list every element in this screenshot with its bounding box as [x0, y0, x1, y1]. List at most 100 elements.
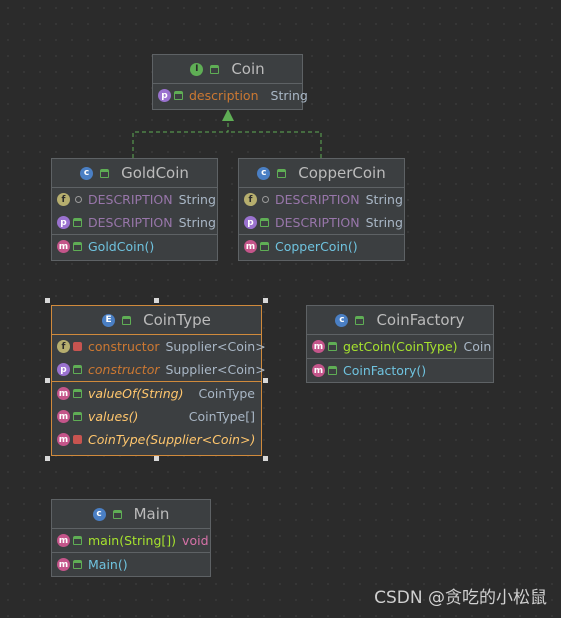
- method-name: CoinFactory(): [343, 363, 427, 378]
- coppercoin-field-1[interactable]: f DESCRIPTION String: [239, 188, 404, 211]
- selection-handle[interactable]: [45, 378, 50, 383]
- class-icon: c: [335, 313, 349, 327]
- cointype-field-2[interactable]: p constructor Supplier<Coin>: [52, 358, 266, 381]
- coppercoin-constructor[interactable]: m CopperCoin(): [239, 235, 404, 258]
- public-icon: [112, 509, 122, 519]
- coppercoin-field-2[interactable]: p DESCRIPTION String: [239, 211, 404, 234]
- interface-icon: I: [190, 62, 204, 76]
- field-type: Supplier<Coin>: [165, 362, 266, 377]
- coin-header: I Coin: [153, 55, 302, 84]
- goldcoin-constructor[interactable]: m GoldCoin(): [52, 235, 217, 258]
- main-method-main[interactable]: m main(String[]) void: [52, 529, 210, 552]
- method-name: values(): [88, 409, 139, 424]
- method-type: CoinType: [198, 386, 255, 401]
- field-name: DESCRIPTION: [275, 192, 360, 207]
- method-name: valueOf(String): [88, 386, 184, 401]
- private-icon: [73, 342, 82, 351]
- field-name: constructor: [88, 339, 160, 354]
- method-icon: m: [244, 240, 257, 253]
- cointype-method-values[interactable]: m values() CoinType[]: [52, 405, 261, 428]
- field-icon: f: [244, 193, 257, 206]
- package-private-icon: [75, 196, 82, 203]
- cointype-constructor[interactable]: m CoinType(Supplier<Coin>): [52, 428, 261, 451]
- field-icon: f: [57, 340, 70, 353]
- goldcoin-class-box[interactable]: c GoldCoin f DESCRIPTION String p DESCRI…: [51, 158, 218, 261]
- cointype-header: E CoinType: [52, 306, 261, 335]
- field-type: String: [365, 192, 403, 207]
- goldcoin-field-1[interactable]: f DESCRIPTION String: [52, 188, 217, 211]
- selection-handle[interactable]: [263, 456, 268, 461]
- method-icon: m: [57, 410, 70, 423]
- field-type: String: [178, 192, 216, 207]
- goldcoin-field-2[interactable]: p DESCRIPTION String: [52, 211, 217, 234]
- main-header: c Main: [52, 500, 210, 529]
- main-constructor[interactable]: m Main(): [52, 553, 210, 576]
- private-icon: [73, 435, 82, 444]
- coppercoin-to-coin-line: [228, 131, 322, 158]
- class-icon: c: [92, 507, 106, 521]
- cointype-field-1[interactable]: f constructor Supplier<Coin>: [52, 335, 266, 358]
- method-icon: m: [57, 558, 70, 571]
- public-icon: [73, 560, 82, 569]
- enum-icon: E: [102, 313, 116, 327]
- goldcoin-header: c GoldCoin: [52, 159, 217, 188]
- coppercoin-class-box[interactable]: c CopperCoin f DESCRIPTION String p DESC…: [238, 158, 405, 261]
- coinfactory-class-box[interactable]: c CoinFactory m getCoin(CoinType) Coin m…: [306, 305, 494, 383]
- public-icon: [73, 365, 82, 374]
- public-icon: [355, 315, 365, 325]
- method-type: Coin: [463, 339, 492, 354]
- cointype-enum-box[interactable]: E CoinType f constructor Supplier<Coin> …: [51, 305, 266, 456]
- property-icon: p: [57, 216, 70, 229]
- public-icon: [328, 366, 337, 375]
- method-type: void: [182, 533, 209, 548]
- package-private-icon: [262, 196, 269, 203]
- selection-handle[interactable]: [45, 456, 50, 461]
- method-type: CoinType[]: [188, 409, 255, 424]
- public-icon: [73, 242, 82, 251]
- property-icon: p: [244, 216, 257, 229]
- selection-handle[interactable]: [263, 378, 268, 383]
- coin-title: Coin: [231, 60, 265, 78]
- field-type: String: [270, 88, 308, 103]
- public-icon: [260, 218, 269, 227]
- public-icon: [73, 536, 82, 545]
- method-name: GoldCoin(): [88, 239, 155, 254]
- field-type: String: [365, 215, 403, 230]
- method-name: Main(): [88, 557, 128, 572]
- field-type: String: [178, 215, 216, 230]
- method-icon: m: [312, 364, 325, 377]
- method-icon: m: [57, 433, 70, 446]
- public-icon: [277, 168, 287, 178]
- coinfactory-constructor[interactable]: m CoinFactory(): [307, 359, 493, 382]
- public-icon: [100, 168, 110, 178]
- coin-interface-box[interactable]: I Coin p description String: [152, 54, 308, 110]
- coppercoin-header: c CopperCoin: [239, 159, 404, 188]
- selection-handle[interactable]: [45, 298, 50, 303]
- class-icon: c: [257, 166, 271, 180]
- public-icon: [210, 64, 220, 74]
- goldcoin-to-coin-line: [132, 120, 229, 158]
- method-name: getCoin(CoinType): [343, 339, 458, 354]
- public-icon: [260, 242, 269, 251]
- cointype-method-valueof[interactable]: m valueOf(String) CoinType: [52, 382, 261, 405]
- method-name: CoinType(Supplier<Coin>): [88, 432, 256, 447]
- coinfactory-title: CoinFactory: [376, 311, 465, 329]
- coinfactory-method-getcoin[interactable]: m getCoin(CoinType) Coin: [307, 335, 493, 358]
- public-icon: [122, 315, 132, 325]
- coin-field-description[interactable]: p description String: [153, 84, 308, 107]
- selection-handle[interactable]: [154, 456, 159, 461]
- field-name: DESCRIPTION: [275, 215, 360, 230]
- method-icon: m: [57, 387, 70, 400]
- main-class-box[interactable]: c Main m main(String[]) void m Main(): [51, 499, 211, 577]
- selection-handle[interactable]: [263, 298, 268, 303]
- property-icon: p: [57, 363, 70, 376]
- selection-handle[interactable]: [154, 298, 159, 303]
- field-name: DESCRIPTION: [88, 192, 173, 207]
- main-title: Main: [133, 505, 170, 523]
- public-icon: [73, 412, 82, 421]
- method-icon: m: [57, 240, 70, 253]
- method-icon: m: [57, 534, 70, 547]
- field-type: Supplier<Coin>: [165, 339, 266, 354]
- property-icon: p: [158, 89, 171, 102]
- goldcoin-title: GoldCoin: [121, 164, 189, 182]
